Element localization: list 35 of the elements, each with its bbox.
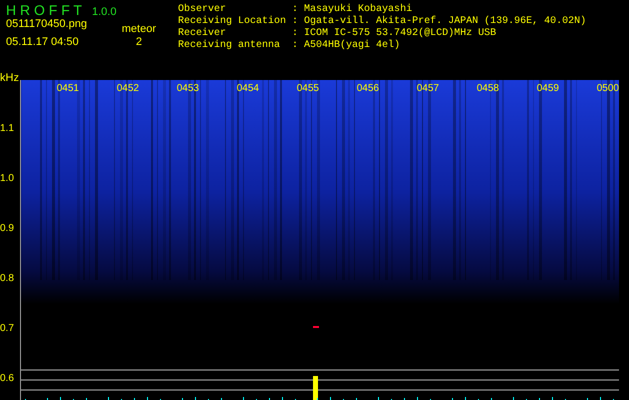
- info-label: Observer: [178, 4, 228, 16]
- meteor-label: meteor: [122, 23, 156, 36]
- time-label: 0457: [416, 82, 440, 95]
- info-value: A504HB(yagi 4el): [304, 40, 402, 52]
- info-value: Masayuki Kobayashi: [304, 4, 414, 16]
- time-label: 0458: [476, 82, 500, 95]
- time-label: 0452: [116, 82, 140, 95]
- unit-label: kHz: [0, 72, 20, 85]
- frequency-label: 0.6: [0, 372, 15, 386]
- time-label: 0454: [236, 82, 260, 95]
- info-value: ICOM IC-575 53.7492(@LCD)MHz USB: [304, 28, 498, 40]
- time-label: 0453: [176, 82, 200, 95]
- frequency-label: 0.8: [0, 272, 15, 286]
- meteor-count: 2: [136, 36, 142, 49]
- info-separator: :: [292, 4, 298, 16]
- info-separator: :: [292, 16, 298, 28]
- time-label: 0451: [56, 82, 80, 95]
- date-time: 05.11.17 04:50: [6, 36, 80, 49]
- time-label: 0500: [596, 82, 620, 95]
- frequency-label: 1.0: [0, 172, 15, 186]
- app-name: H R O F F T: [6, 2, 82, 18]
- info-separator: :: [292, 28, 298, 40]
- info-value: Ogata-vill. Akita-Pref. JAPAN (139.96E, 40.02N): [304, 16, 586, 28]
- frequency-label: 0.7: [0, 322, 15, 336]
- info-label: Receiving antenna: [178, 40, 282, 52]
- file-name: 0511170450.png: [6, 18, 87, 31]
- info-separator: :: [292, 40, 298, 52]
- info-label: Receiving Location: [178, 16, 286, 28]
- frequency-label: 0.9: [0, 222, 15, 236]
- time-label: 0456: [356, 82, 380, 95]
- app-version: 1.0.0: [92, 6, 116, 18]
- info-label: Receiver: [178, 28, 228, 40]
- frequency-label: 1.1: [0, 122, 15, 136]
- time-label: 0459: [536, 82, 560, 95]
- time-label: 0455: [296, 82, 320, 95]
